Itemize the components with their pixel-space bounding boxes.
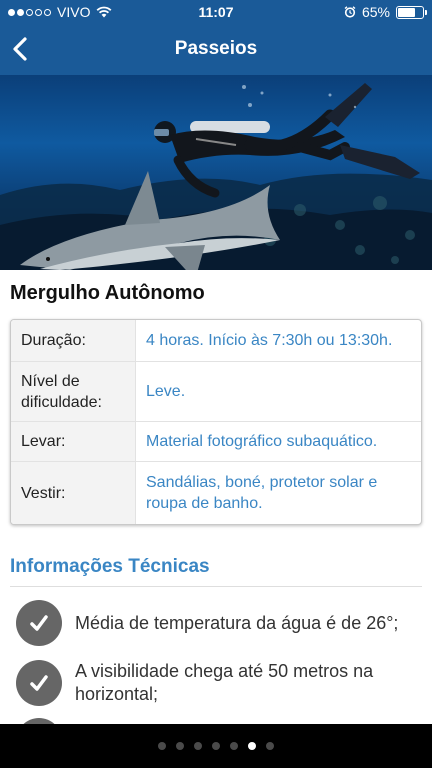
list-item: Média de temperatura da água é de 26°;: [16, 600, 426, 646]
detail-label: Nível de dificuldade:: [11, 362, 136, 421]
page-indicator[interactable]: [0, 742, 432, 750]
app-header: VIVO 11:07 65% Passeios: [0, 0, 432, 75]
alarm-icon: [344, 6, 356, 18]
detail-value: 4 horas. Início às 7:30h ou 13:30h.: [146, 332, 393, 349]
detail-label: Duração:: [11, 320, 136, 361]
page-dot[interactable]: [248, 742, 256, 750]
battery-icon: [396, 5, 427, 19]
page-title: Passeios: [174, 38, 258, 59]
list-item: A visibilidade chega até 50 metros na ho…: [16, 660, 426, 706]
status-right: 65%: [344, 4, 427, 20]
tour-title: Mergulho Autônomo: [10, 282, 205, 304]
checkmark-icon: [16, 600, 62, 646]
technical-item-text: Média de temperatura da água é de 26°;: [75, 613, 399, 633]
detail-value: Material fotográfico subaquático.: [146, 433, 378, 450]
page-dot[interactable]: [158, 742, 166, 750]
details-table: Duração: 4 horas. Início às 7:30h ou 13:…: [10, 319, 422, 525]
technical-info-heading: Informações Técnicas: [10, 556, 210, 577]
section-divider: [10, 586, 422, 587]
status-bar: VIVO 11:07 65%: [0, 0, 432, 24]
page-dot[interactable]: [212, 742, 220, 750]
detail-label: Vestir:: [11, 462, 136, 524]
page-dot[interactable]: [230, 742, 238, 750]
scuba-diver-shark-icon: [0, 83, 432, 270]
detail-label: Levar:: [11, 422, 136, 461]
page-indicator-bar: [0, 724, 432, 768]
navigation-bar: Passeios: [0, 26, 432, 72]
detail-row-bring: Levar: Material fotográfico subaquático.: [11, 422, 421, 462]
battery-percent: 65%: [361, 4, 390, 20]
page-dot[interactable]: [176, 742, 184, 750]
detail-value: Sandálias, boné, protetor solar e roupa …: [146, 474, 378, 512]
detail-value: Leve.: [146, 383, 186, 400]
detail-row-difficulty: Nível de dificuldade: Leve.: [11, 362, 421, 422]
hero-photo: [0, 75, 432, 270]
checkmark-icon: [16, 660, 62, 706]
detail-row-wear: Vestir: Sandálias, boné, protetor solar …: [11, 462, 421, 524]
page-dot[interactable]: [266, 742, 274, 750]
page-dot[interactable]: [194, 742, 202, 750]
technical-item-text: A visibilidade chega até 50 metros na ho…: [75, 661, 374, 704]
detail-row-duration: Duração: 4 horas. Início às 7:30h ou 13:…: [11, 320, 421, 362]
